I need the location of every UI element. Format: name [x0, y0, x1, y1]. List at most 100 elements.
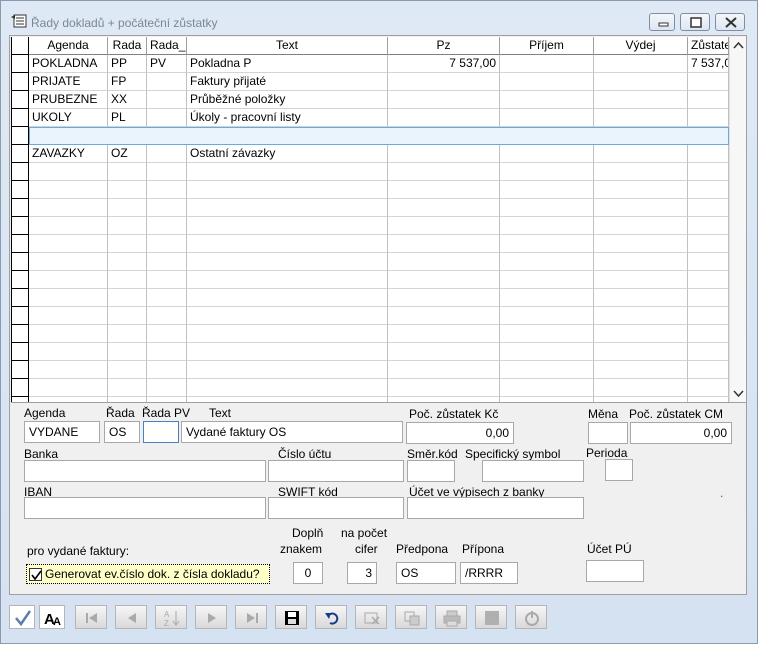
specificky-symbol-field[interactable]: [482, 460, 584, 482]
power-button[interactable]: [515, 605, 547, 629]
empty-row[interactable]: [11, 199, 729, 217]
svg-text:Z: Z: [164, 619, 169, 628]
save-button[interactable]: [275, 605, 307, 629]
column-header[interactable]: Pz: [388, 37, 500, 55]
mena-field[interactable]: [588, 422, 628, 444]
column-header[interactable]: Text: [187, 37, 388, 55]
print-button[interactable]: [435, 605, 467, 629]
smer-kod-field[interactable]: [407, 460, 455, 482]
empty-row[interactable]: [11, 379, 729, 397]
minimize-button[interactable]: [649, 13, 675, 31]
sort-button[interactable]: AZ: [155, 605, 187, 629]
table-cell: [688, 289, 729, 307]
empty-row[interactable]: [11, 253, 729, 271]
vertical-scrollbar[interactable]: [729, 37, 746, 402]
banka-field[interactable]: [24, 460, 266, 482]
column-header[interactable]: Rada: [108, 37, 147, 55]
table-cell: [594, 127, 688, 145]
maximize-button[interactable]: [680, 13, 710, 31]
close-button[interactable]: [715, 13, 745, 31]
copy-record-button[interactable]: [395, 605, 427, 629]
table-cell: [594, 217, 688, 235]
table-cell: PL: [108, 109, 147, 127]
table-cell: [187, 361, 388, 379]
table-row[interactable]: POKLADNA PP PV Pokladna P7 537,00 7 537,0: [11, 55, 729, 73]
table-cell: [29, 199, 108, 217]
column-header[interactable]: Agenda: [29, 37, 108, 55]
rada-field[interactable]: OS: [104, 421, 140, 443]
table-cell: [500, 361, 594, 379]
records-grid[interactable]: Agenda Rada Rada_ Text Pz Příjem Výdej Zůstate P…: [11, 37, 746, 403]
table-cell: [29, 397, 108, 402]
table-cell: [187, 271, 388, 289]
empty-row[interactable]: [11, 289, 729, 307]
dopln-znakem-field[interactable]: 0: [293, 562, 323, 584]
pripona-field[interactable]: /RRRR: [460, 562, 518, 584]
rada-pv-field[interactable]: [143, 421, 179, 443]
predpona-field[interactable]: OS: [396, 562, 456, 584]
column-header[interactable]: Zůstate: [688, 37, 729, 55]
ucet-pu-field[interactable]: [586, 560, 644, 582]
empty-row[interactable]: [11, 325, 729, 343]
label-dopln-line2: znakem: [280, 542, 323, 556]
scroll-down-icon[interactable]: [730, 385, 746, 401]
table-cell: [29, 379, 108, 397]
previous-record-button[interactable]: [115, 605, 147, 629]
empty-row[interactable]: [11, 181, 729, 199]
table-cell: [500, 217, 594, 235]
generovat-checkbox-row[interactable]: Generovat ev.číslo dok. z čísla dokladu?: [26, 564, 270, 584]
empty-row[interactable]: [11, 217, 729, 235]
ucet-ve-vypisech-field[interactable]: [407, 497, 584, 519]
text-field[interactable]: Vydané faktury OS: [181, 421, 403, 443]
poc-zustatek-cm-field[interactable]: 0,00: [630, 422, 732, 444]
empty-row[interactable]: [11, 397, 729, 402]
table-cell: [147, 289, 187, 307]
first-record-button[interactable]: [75, 605, 107, 629]
table-cell: [500, 91, 594, 109]
generovat-checkbox[interactable]: [29, 568, 42, 581]
font-button[interactable]: AA: [39, 605, 65, 629]
table-row[interactable]: VYDANE FV Faktury vydané: [11, 127, 729, 145]
table-cell: FV: [108, 127, 147, 145]
agenda-field[interactable]: VYDANE: [24, 421, 100, 443]
column-header[interactable]: Příjem: [500, 37, 594, 55]
stop-button[interactable]: [475, 605, 507, 629]
row-indicator[interactable]: [12, 37, 28, 55]
last-record-button[interactable]: [235, 605, 267, 629]
document-list-icon: [11, 14, 27, 28]
table-row[interactable]: UKOLY PL Úkoly - pracovní listy: [11, 109, 729, 127]
table-cell: [147, 235, 187, 253]
table-cell: [29, 217, 108, 235]
table-row[interactable]: ZAVAZKY OZ Ostatní závazky: [11, 145, 729, 163]
iban-field[interactable]: [24, 497, 266, 519]
empty-row[interactable]: [11, 361, 729, 379]
perioda-field[interactable]: [605, 459, 633, 481]
column-header[interactable]: Výdej: [594, 37, 688, 55]
poc-zustatek-kc-field[interactable]: 0,00: [406, 422, 514, 444]
next-record-button[interactable]: [195, 605, 227, 629]
minimize-icon: [658, 22, 669, 27]
table-row[interactable]: PRIJATE FP Faktury přijaté: [11, 73, 729, 91]
undo-button[interactable]: [315, 605, 347, 629]
confirm-button[interactable]: [9, 605, 35, 629]
table-cell: [388, 361, 500, 379]
table-cell: [594, 307, 688, 325]
delete-record-button[interactable]: [355, 605, 387, 629]
table-cell: [594, 325, 688, 343]
table-cell: [500, 127, 594, 145]
empty-row[interactable]: [11, 235, 729, 253]
column-header[interactable]: Rada_: [147, 37, 187, 55]
scroll-up-icon[interactable]: [730, 38, 746, 54]
empty-row[interactable]: [11, 343, 729, 361]
print-icon: [443, 610, 461, 627]
table-row[interactable]: PRUBEZNE XX Průběžné položky: [11, 91, 729, 109]
empty-row[interactable]: [11, 163, 729, 181]
table-cell: [147, 325, 187, 343]
swift-field[interactable]: [268, 497, 404, 519]
na-pocet-cifer-field[interactable]: 3: [347, 562, 377, 584]
cislo-uctu-field[interactable]: [268, 460, 404, 482]
table-cell: [500, 271, 594, 289]
empty-row[interactable]: [11, 307, 729, 325]
empty-row[interactable]: [11, 271, 729, 289]
table-cell: [500, 55, 594, 73]
